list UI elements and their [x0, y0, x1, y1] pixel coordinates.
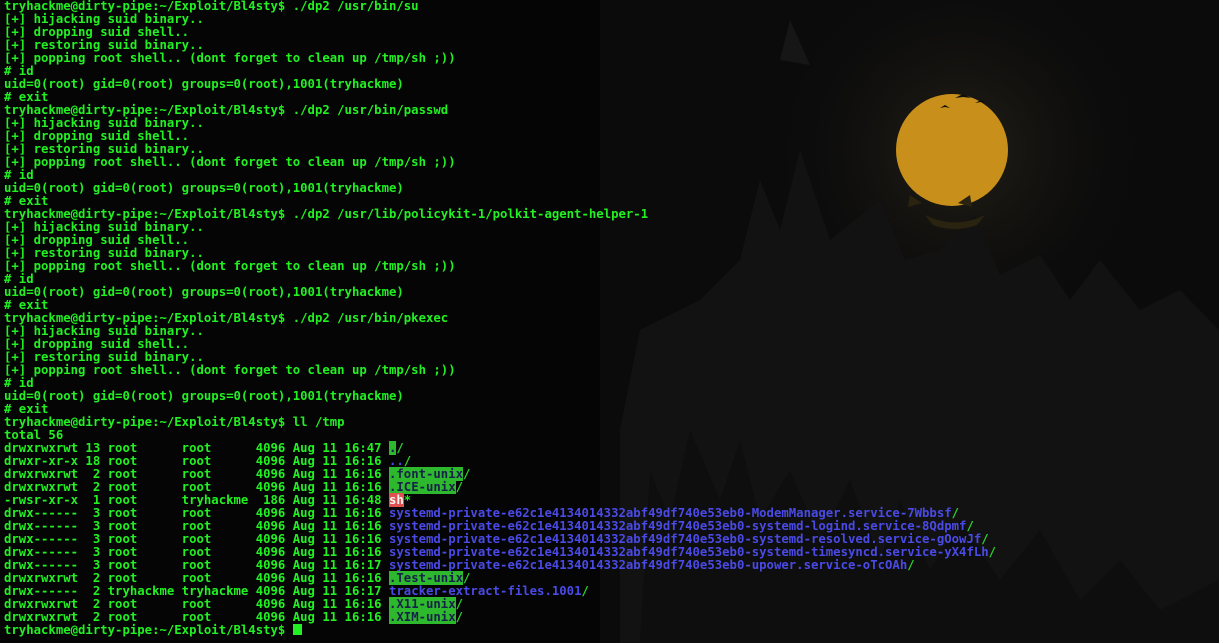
listing-filename: systemd-private-e62c1e4134014332abf49df7… [388, 558, 908, 572]
listing-suffix: / [455, 597, 464, 611]
listing-suffix: / [581, 584, 589, 598]
listing-filename: .. [388, 454, 404, 468]
terminal-line: [+] popping root shell.. (dont forget to… [4, 155, 456, 169]
listing-suffix: / [455, 610, 464, 624]
cursor-block [292, 624, 302, 635]
listing-filename: systemd-private-e62c1e4134014332abf49df7… [388, 519, 967, 533]
terminal-line: uid=0(root) gid=0(root) groups=0(root),1… [4, 77, 404, 91]
terminal-line: [+] popping root shell.. (dont forget to… [4, 259, 456, 273]
listing-meta: drwx------ 2 tryhackme tryhackme 4096 Au… [4, 584, 389, 598]
listing-meta: drwxrwxrwt 13 root root 4096 Aug 11 16:4… [4, 441, 389, 455]
listing-suffix: / [403, 454, 412, 468]
shell-prompt: tryhackme@dirty-pipe:~/Exploit/Bl4sty$ [4, 623, 293, 637]
listing-meta: -rwsr-xr-x 1 root tryhackme 186 Aug 11 1… [4, 493, 389, 507]
listing-filename: systemd-private-e62c1e4134014332abf49df7… [388, 532, 982, 546]
listing-filename: systemd-private-e62c1e4134014332abf49df7… [388, 545, 989, 559]
listing-suffix: / [455, 480, 464, 494]
listing-filename: sh [388, 493, 404, 507]
listing-suffix: / [907, 558, 915, 572]
terminal-line: uid=0(root) gid=0(root) groups=0(root),1… [4, 181, 404, 195]
listing-filename: .font-unix [388, 467, 464, 481]
listing-filename: systemd-private-e62c1e4134014332abf49df7… [388, 506, 952, 520]
listing-suffix: / [981, 532, 989, 546]
listing-suffix: / [951, 506, 960, 520]
listing-meta: drwx------ 3 root root 4096 Aug 11 16:16 [4, 532, 389, 546]
listing-suffix: / [966, 519, 974, 533]
listing-meta: drwx------ 3 root root 4096 Aug 11 16:16 [4, 545, 389, 559]
terminal-output: tryhackme@dirty-pipe:~/Exploit/Bl4sty$ .… [4, 0, 996, 637]
listing-meta: drwx------ 3 root root 4096 Aug 11 16:16 [4, 506, 389, 520]
terminal-window[interactable]: tryhackme@dirty-pipe:~/Exploit/Bl4sty$ .… [0, 0, 1219, 643]
prompt-line[interactable]: tryhackme@dirty-pipe:~/Exploit/Bl4sty$ [4, 624, 996, 637]
listing-filename: .XIM-unix [388, 610, 456, 624]
listing-meta: drwxrwxrwt 2 root root 4096 Aug 11 16:16 [4, 467, 389, 481]
listing-filename: .ICE-unix [388, 480, 456, 494]
listing-meta: drwxrwxrwt 2 root root 4096 Aug 11 16:16 [4, 597, 389, 611]
terminal-line: [+] popping root shell.. (dont forget to… [4, 51, 456, 65]
listing-meta: drwxrwxrwt 2 root root 4096 Aug 11 16:16 [4, 480, 389, 494]
listing-meta: drwx------ 3 root root 4096 Aug 11 16:16 [4, 519, 389, 533]
listing-filename: .Test-unix [388, 571, 464, 585]
terminal-line: uid=0(root) gid=0(root) groups=0(root),1… [4, 389, 404, 403]
terminal-line: uid=0(root) gid=0(root) groups=0(root),1… [4, 285, 404, 299]
listing-filename: .X11-unix [388, 597, 456, 611]
listing-filename: tracker-extract-files.1001 [388, 584, 582, 598]
listing-meta: drwx------ 3 root root 4096 Aug 11 16:17 [4, 558, 389, 572]
listing-suffix: / [463, 467, 471, 481]
listing-suffix: / [988, 545, 997, 559]
terminal-line: tryhackme@dirty-pipe:~/Exploit/Bl4sty$ l… [4, 415, 345, 429]
listing-suffix: / [463, 571, 471, 585]
listing-suffix: / [396, 441, 404, 455]
terminal-line: [+] popping root shell.. (dont forget to… [4, 363, 456, 377]
listing-suffix: * [403, 493, 412, 507]
listing-meta: drwxrwxrwt 2 root root 4096 Aug 11 16:16 [4, 610, 389, 624]
listing-meta: drwxrwxrwt 2 root root 4096 Aug 11 16:16 [4, 571, 389, 585]
listing-meta: drwxr-xr-x 18 root root 4096 Aug 11 16:1… [4, 454, 389, 468]
